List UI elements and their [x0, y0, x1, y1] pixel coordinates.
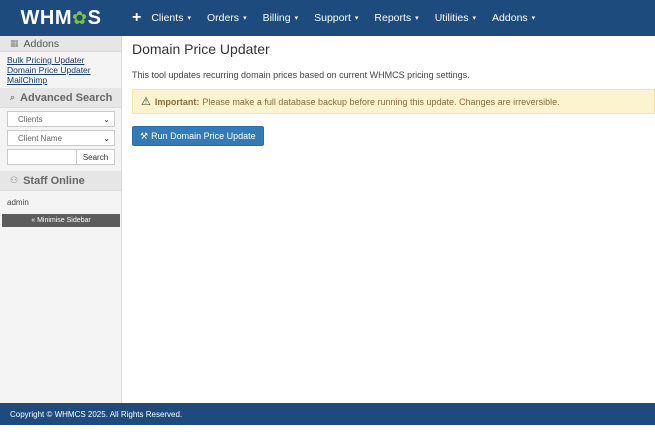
search-field-value: Client Name: [18, 133, 63, 143]
sidebar: ▦ Addons Bulk Pricing Updater Domain Pri…: [0, 36, 122, 403]
whmcs-logo[interactable]: WHM ✿ S: [0, 0, 122, 36]
caret-down-icon: ▾: [187, 15, 191, 22]
logo-text-suffix: S: [87, 6, 102, 29]
search-button[interactable]: Search: [77, 149, 115, 165]
caret-down-icon: ▾: [354, 15, 359, 22]
addons-link-list: Bulk Pricing Updater Domain Price Update…: [0, 52, 121, 88]
minimise-sidebar-button[interactable]: « Minimise Sidebar: [2, 214, 120, 227]
search-field-select[interactable]: Client Name ⌄: [7, 130, 115, 146]
staff-online-header: ⚇ Staff Online: [0, 171, 121, 191]
alert-strong-text: Important:: [154, 96, 200, 107]
add-new-icon[interactable]: +: [132, 9, 141, 27]
page-description: This tool updates recurring domain price…: [132, 70, 470, 80]
addons-panel-title: Addons: [23, 37, 60, 50]
nav-addons-label: Addons: [492, 12, 528, 24]
nav-support[interactable]: Support ▾: [314, 12, 358, 24]
nav-orders[interactable]: Orders ▾: [207, 12, 247, 24]
nav-billing[interactable]: Billing ▾: [263, 12, 299, 24]
caret-down-icon: ▾: [531, 15, 536, 22]
caret-down-icon: ▾: [415, 15, 419, 22]
search-type-select[interactable]: Clients ⌄: [7, 111, 115, 127]
warning-icon: ⚠: [141, 96, 151, 108]
advanced-search-header: ⌕ Advanced Search: [0, 88, 121, 108]
logo-gear-icon: ✿: [72, 7, 88, 28]
run-button-label: Run Domain Price Update: [151, 131, 256, 141]
chevron-down-icon: ⌄: [103, 133, 110, 143]
users-icon: ⚇: [10, 175, 19, 185]
caret-down-icon: ▾: [243, 15, 247, 22]
main-content: Domain Price Updater This tool updates r…: [122, 36, 655, 403]
addons-panel-header: ▦ Addons: [0, 36, 121, 52]
footer: Copyright © WHMCS 2025. All Rights Reser…: [0, 403, 655, 425]
nav-reports-label: Reports: [374, 12, 412, 24]
run-domain-price-update-button[interactable]: ⚒ Run Domain Price Update: [132, 126, 264, 146]
nav-clients-label: Clients: [151, 12, 184, 24]
logo-text-prefix: WHM: [20, 6, 73, 29]
link-domain-price-updater[interactable]: Domain Price Updater: [7, 65, 121, 75]
caret-down-icon: ▾: [472, 15, 477, 22]
nav-addons[interactable]: Addons ▾: [492, 12, 535, 24]
staff-online-title: Staff Online: [23, 174, 85, 187]
sidebar-search-group: Search: [7, 149, 115, 165]
staff-online-user: admin: [7, 198, 29, 207]
link-bulk-pricing-updater[interactable]: Bulk Pricing Updater: [7, 55, 121, 65]
nav-utilities-label: Utilities: [434, 12, 469, 24]
nav-utilities[interactable]: Utilities ▾: [435, 12, 476, 24]
alert-text: Please make a full database backup befor…: [202, 96, 560, 107]
nav-billing-label: Billing: [262, 12, 291, 24]
nav-clients[interactable]: Clients ▾: [151, 12, 191, 24]
puzzle-icon: ▦: [10, 38, 19, 48]
footer-copyright: Copyright © WHMCS 2025. All Rights Reser…: [10, 409, 183, 419]
top-navbar: WHM ✿ S + Clients ▾ Orders ▾ Billing ▾ Suppor…: [0, 0, 655, 36]
nav-support-label: Support: [314, 12, 351, 24]
page-title: Domain Price Updater: [132, 41, 270, 57]
binoculars-icon: ⌕: [10, 92, 16, 102]
tools-icon: ⚒: [140, 130, 149, 141]
nav-reports[interactable]: Reports ▾: [374, 12, 418, 24]
nav-orders-label: Orders: [206, 12, 240, 24]
search-type-value: Clients: [18, 114, 43, 124]
caret-down-icon: ▾: [294, 15, 299, 22]
chevron-down-icon: ⌄: [103, 114, 110, 124]
search-input[interactable]: [7, 149, 77, 165]
warning-alert: ⚠ Important: Please make a full database…: [132, 89, 655, 114]
main-nav: + Clients ▾ Orders ▾ Billing ▾ Support ▾ Rep…: [122, 0, 551, 36]
link-mailchimp[interactable]: MailChimp: [7, 75, 121, 85]
advanced-search-title: Advanced Search: [20, 91, 113, 104]
